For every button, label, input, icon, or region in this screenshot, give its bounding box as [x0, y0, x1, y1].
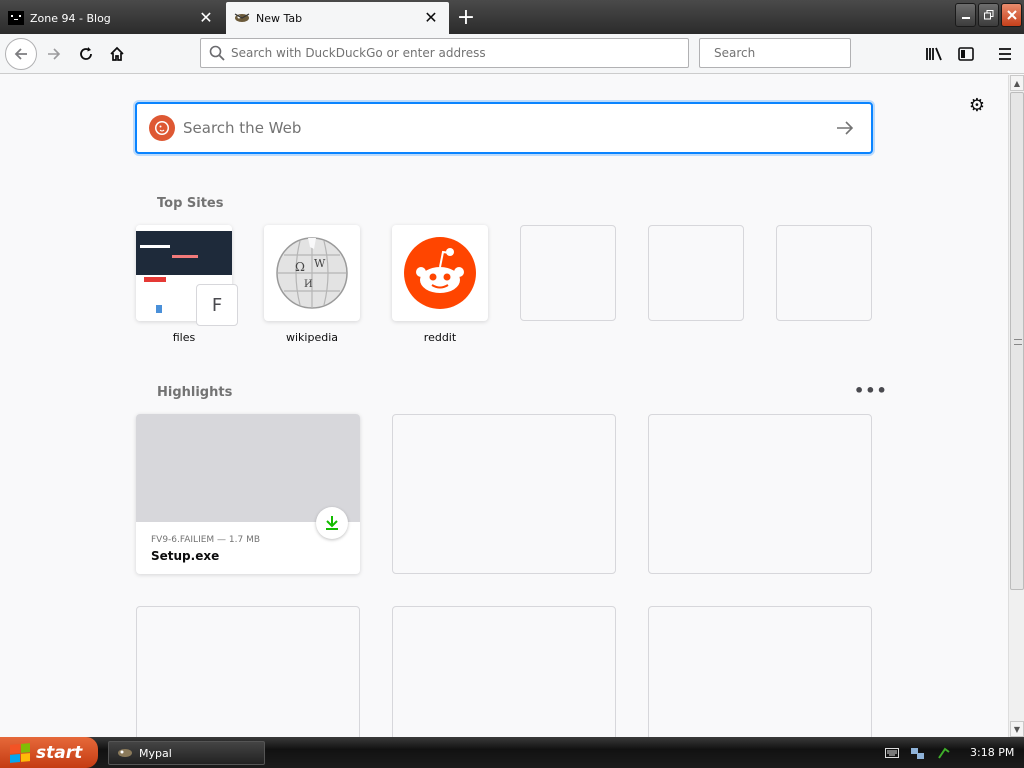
top-site-reddit[interactable]: reddit — [392, 225, 488, 344]
top-site-empty — [520, 225, 616, 321]
highlights-heading: Highlights — [157, 385, 233, 400]
navigation-toolbar — [0, 34, 1024, 74]
window-controls — [955, 3, 1022, 27]
svg-text:И: И — [304, 279, 313, 290]
search-input[interactable] — [714, 46, 864, 60]
tab-title: Zone 94 - Blog — [30, 11, 111, 25]
taskbar: start Mypal 3:18 PM — [0, 737, 1024, 768]
home-icon — [110, 46, 124, 61]
tab-strip: Zone 94 - Blog ✕ New Tab ✕ + — [0, 0, 1024, 34]
highlight-card[interactable]: FV9-6.FAILIEM — 1.7 MB Setup.exe — [136, 414, 360, 574]
new-tab-page: ⚙ Top Sites F files — [0, 75, 1008, 737]
sidebar-icon — [958, 47, 974, 61]
empty-site-tile — [520, 225, 616, 321]
scroll-down-arrow-icon[interactable]: ▼ — [1010, 721, 1024, 737]
empty-highlight-card — [136, 606, 360, 737]
top-site-files[interactable]: F files — [136, 225, 238, 344]
highlights-more-menu-icon[interactable]: ••• — [854, 381, 888, 400]
top-site-wikipedia[interactable]: Ω W И wikipedia — [264, 225, 360, 344]
library-button[interactable] — [920, 40, 948, 68]
tab-new-tab[interactable]: New Tab ✕ — [226, 2, 449, 34]
top-site-empty — [776, 225, 872, 321]
taskbar-item-mypal[interactable]: Mypal — [108, 741, 265, 765]
back-arrow-icon — [14, 48, 27, 60]
card-preview-image — [136, 414, 360, 522]
library-icon — [926, 47, 942, 61]
windows-flag-icon — [10, 742, 30, 763]
empty-highlight-card — [648, 606, 872, 737]
scrollbar-thumb[interactable] — [1010, 92, 1024, 590]
empty-highlight-card — [648, 414, 872, 574]
top-site-empty — [648, 225, 744, 321]
web-search-box[interactable] — [135, 102, 873, 154]
mypal-favicon-icon — [234, 10, 250, 26]
vertical-scrollbar[interactable]: ▲ ▼ — [1008, 75, 1024, 737]
keyboard-icon[interactable] — [884, 745, 900, 761]
site-letter-badge: F — [196, 284, 238, 326]
reload-button[interactable] — [72, 40, 100, 68]
svg-text:Ω: Ω — [295, 260, 305, 274]
new-tab-plus-icon[interactable]: + — [452, 4, 480, 30]
task-label: Mypal — [139, 746, 172, 760]
close-icon[interactable]: ✕ — [423, 10, 439, 26]
reddit-logo-icon — [404, 237, 476, 309]
card-meta: FV9-6.FAILIEM — 1.7 MB — [151, 535, 261, 545]
duckduckgo-logo-icon — [149, 115, 175, 141]
site-label: reddit — [423, 331, 457, 344]
empty-site-tile — [776, 225, 872, 321]
close-icon[interactable]: ✕ — [198, 10, 214, 26]
search-icon — [209, 45, 225, 61]
top-site-tile[interactable] — [392, 225, 488, 321]
scroll-up-arrow-icon[interactable]: ▲ — [1010, 75, 1024, 91]
gear-icon[interactable]: ⚙ — [966, 94, 988, 116]
zone94-favicon-icon — [8, 10, 24, 26]
start-button[interactable]: start — [0, 737, 98, 768]
wikipedia-globe-icon: Ω W И — [276, 237, 348, 309]
empty-site-tile — [648, 225, 744, 321]
restore-icon[interactable] — [978, 3, 999, 27]
search-submit-arrow-icon[interactable] — [825, 108, 865, 148]
site-label: wikipedia — [285, 331, 338, 344]
address-bar[interactable] — [200, 38, 689, 68]
download-icon — [316, 507, 348, 539]
address-input[interactable] — [231, 46, 688, 60]
safely-remove-icon[interactable] — [936, 745, 952, 761]
svg-text:W: W — [314, 257, 326, 270]
hamburger-menu-icon — [999, 48, 1011, 60]
search-bar[interactable] — [699, 38, 864, 68]
top-site-tile[interactable]: Ω W И — [264, 225, 360, 321]
clock: 3:18 PM — [970, 746, 1015, 759]
card-title: Setup.exe — [151, 549, 220, 563]
window-close-icon[interactable] — [1001, 3, 1022, 27]
forward-arrow-icon — [48, 48, 61, 60]
home-button[interactable] — [103, 40, 131, 68]
minimize-icon[interactable] — [955, 3, 976, 27]
tab-title: New Tab — [256, 11, 303, 25]
menu-button[interactable] — [991, 40, 1019, 68]
network-icon[interactable] — [910, 745, 926, 761]
reload-icon — [80, 47, 92, 60]
sidebar-button[interactable] — [952, 40, 980, 68]
system-tray: 3:18 PM — [884, 737, 1024, 768]
top-sites-heading: Top Sites — [157, 196, 224, 211]
site-label: files — [172, 331, 196, 344]
start-label: start — [36, 742, 83, 763]
mypal-app-icon — [117, 747, 133, 759]
back-button[interactable] — [5, 38, 37, 70]
web-search-input[interactable] — [183, 119, 825, 137]
forward-button[interactable] — [40, 40, 68, 68]
empty-highlight-card — [392, 606, 616, 737]
empty-highlight-card — [392, 414, 616, 574]
tab-zone94-blog[interactable]: Zone 94 - Blog ✕ — [0, 2, 224, 34]
